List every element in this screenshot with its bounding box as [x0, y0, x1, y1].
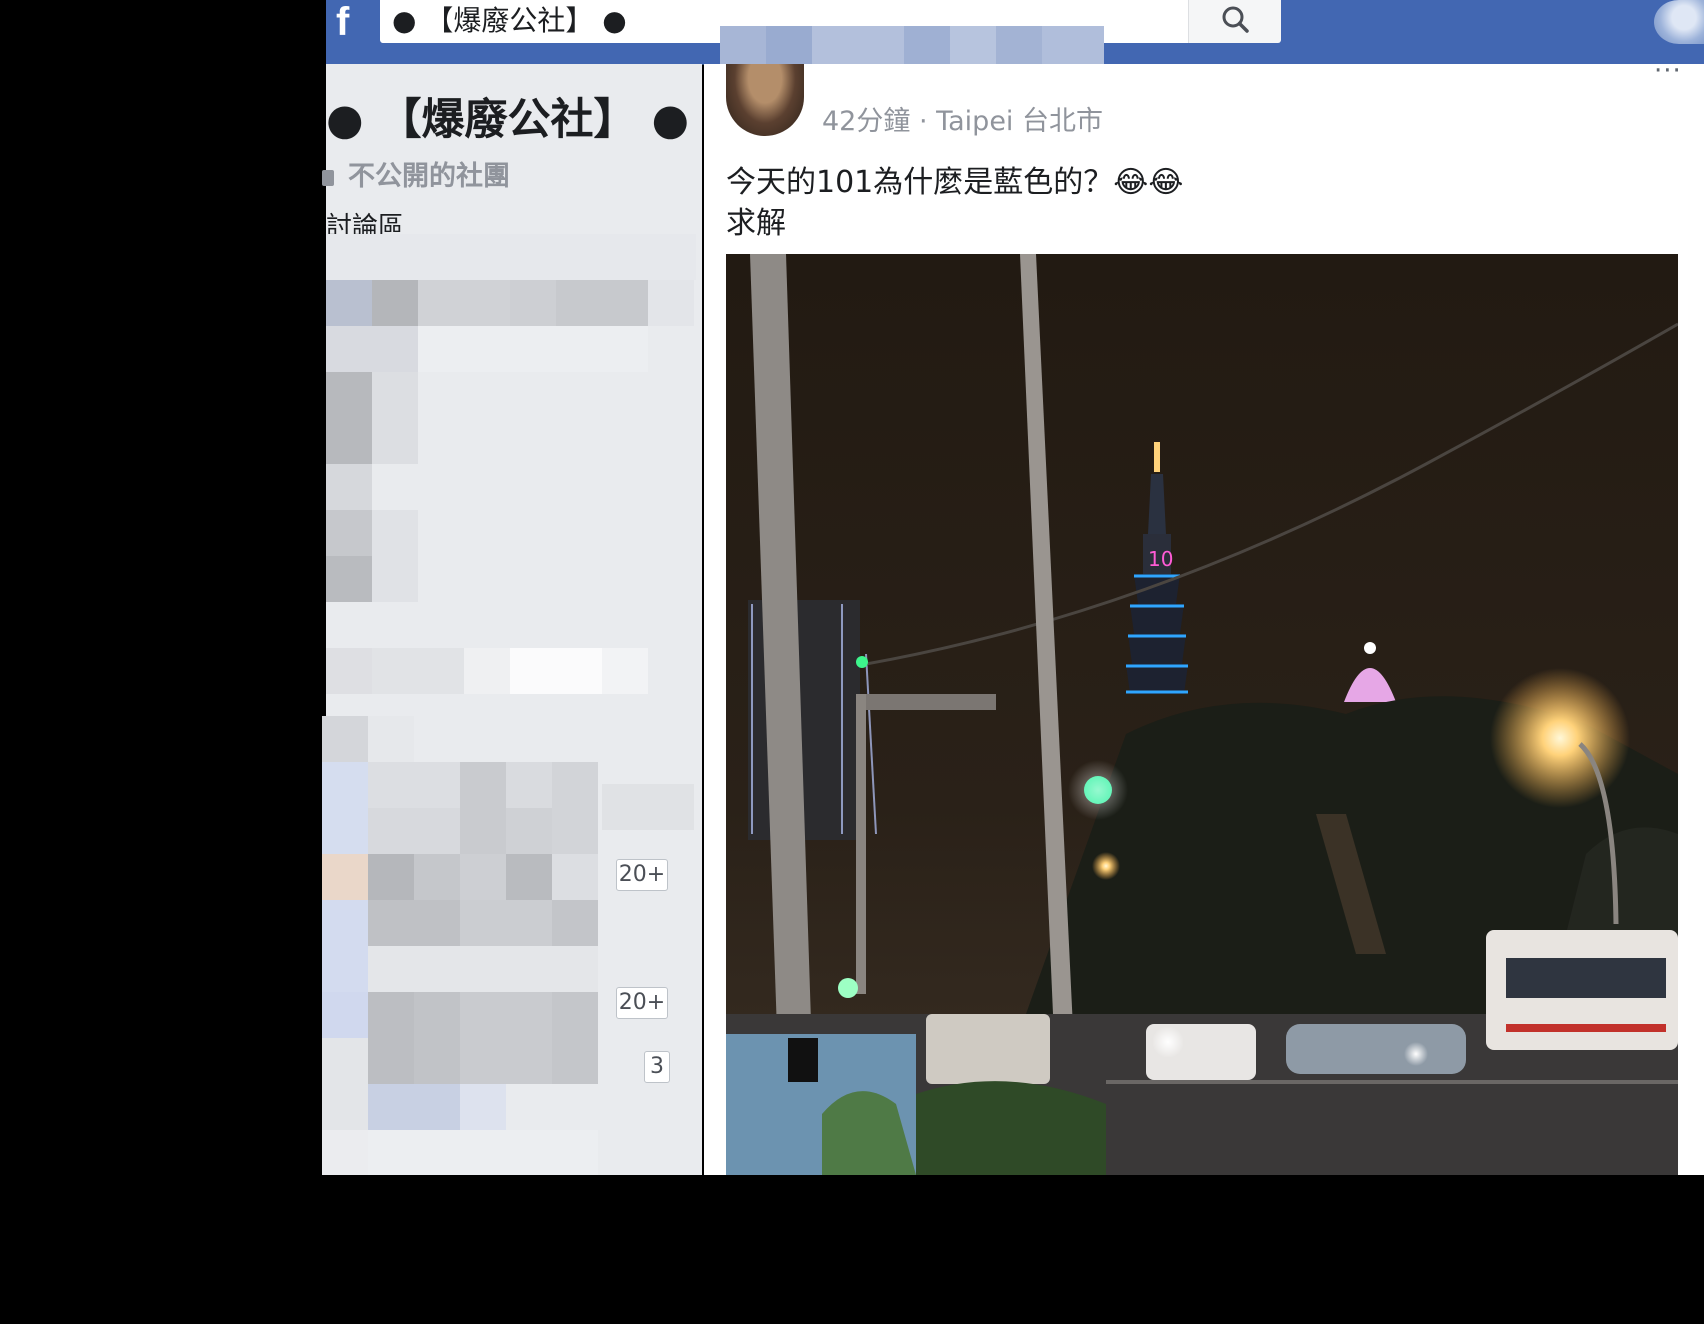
- post-body-line: 求解: [726, 206, 786, 241]
- notification-count-badge: 20+: [616, 859, 668, 891]
- night-cityscape-image: 10: [726, 254, 1678, 1175]
- more-options-icon[interactable]: ···: [1654, 56, 1682, 86]
- notification-count-badge: 20+: [616, 987, 668, 1019]
- notification-count-badge: 3: [644, 1051, 670, 1083]
- search-button[interactable]: [1188, 0, 1281, 43]
- profile-picture-icon[interactable]: [1654, 0, 1704, 44]
- lock-icon: [322, 169, 334, 186]
- facebook-logo-icon[interactable]: f: [336, 0, 366, 44]
- search-icon: [1222, 6, 1249, 33]
- svg-text:10: 10: [1148, 547, 1173, 571]
- search-query-text[interactable]: ● 【爆廢公社】 ●: [392, 2, 627, 40]
- post-body-line: 今天的101為什麼是藍色的？😂😂: [726, 165, 1184, 200]
- group-name[interactable]: ● 【爆廢公社】 ●: [326, 92, 689, 148]
- privacy-label: 不公開的社團: [348, 161, 510, 192]
- group-privacy: 不公開的社團: [322, 154, 510, 193]
- post-timestamp-location[interactable]: 42分鐘 · Taipei 台北市: [822, 99, 1103, 138]
- post-photo[interactable]: 10: [726, 254, 1678, 1175]
